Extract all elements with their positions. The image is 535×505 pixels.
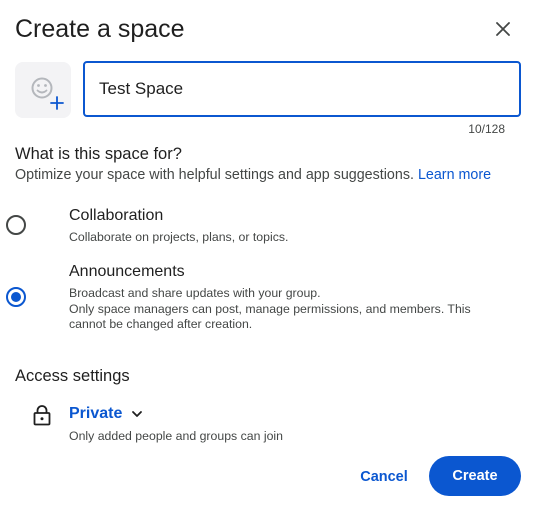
space-name-input[interactable] xyxy=(85,63,499,115)
create-space-dialog: Create a space 10/128 What is this space… xyxy=(0,0,535,505)
chevron-down-icon xyxy=(132,411,143,417)
close-icon xyxy=(496,22,510,36)
cancel-button[interactable]: Cancel xyxy=(349,459,419,495)
access-dropdown[interactable]: Private xyxy=(69,404,147,424)
announcements-description-line2: Only space managers can post, manage per… xyxy=(69,301,471,332)
collaboration-radio[interactable] xyxy=(6,215,26,235)
purpose-heading: What is this space for? xyxy=(15,145,182,163)
purpose-subtitle-text: Optimize your space with helpful setting… xyxy=(15,167,414,183)
access-description: Only added people and groups can join xyxy=(69,429,283,443)
close-button[interactable] xyxy=(490,16,516,42)
add-emoji-icon xyxy=(31,77,64,110)
character-counter: 10/128 xyxy=(468,122,505,136)
space-name-field[interactable] xyxy=(83,61,521,117)
add-emoji-button[interactable] xyxy=(15,62,71,118)
access-heading: Access settings xyxy=(15,367,130,385)
purpose-subtitle: Optimize your space with helpful setting… xyxy=(15,167,491,183)
announcements-radio[interactable] xyxy=(6,287,26,307)
lock-icon xyxy=(33,405,51,426)
announcements-description: Broadcast and share updates with your gr… xyxy=(69,286,489,333)
dialog-title: Create a space xyxy=(15,15,185,43)
announcements-description-line1: Broadcast and share updates with your gr… xyxy=(69,286,321,300)
collaboration-label: Collaboration xyxy=(69,207,164,224)
create-button[interactable]: Create xyxy=(429,456,521,496)
announcements-label: Announcements xyxy=(69,263,185,280)
learn-more-link[interactable]: Learn more xyxy=(418,167,491,183)
access-value: Private xyxy=(69,405,123,422)
collaboration-description: Collaborate on projects, plans, or topic… xyxy=(69,230,289,244)
